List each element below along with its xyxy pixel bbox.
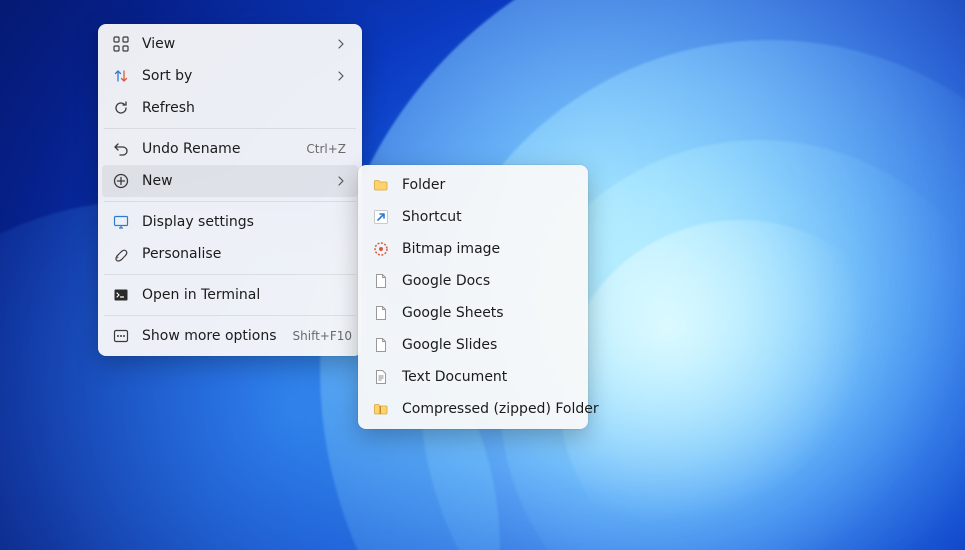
grid-icon [112, 35, 130, 53]
submenu-item-shortcut[interactable]: Shortcut [362, 201, 584, 233]
menu-item-label: Display settings [142, 214, 346, 230]
file-icon [372, 272, 390, 290]
chevron-right-icon [336, 71, 346, 81]
menu-item-terminal[interactable]: Open in Terminal [102, 279, 358, 311]
undo-icon [112, 140, 130, 158]
menu-separator [104, 274, 356, 275]
bitmap-icon [372, 240, 390, 258]
menu-separator [104, 315, 356, 316]
folder-icon [372, 176, 390, 194]
menu-item-new[interactable]: New [102, 165, 358, 197]
menu-item-label: Text Document [402, 369, 572, 385]
menu-separator [104, 128, 356, 129]
menu-item-label: New [142, 173, 320, 189]
submenu-item-bitmap[interactable]: Bitmap image [362, 233, 584, 265]
menu-item-sortby[interactable]: Sort by [102, 60, 358, 92]
menu-item-label: Refresh [142, 100, 346, 116]
display-icon [112, 213, 130, 231]
menu-item-display[interactable]: Display settings [102, 206, 358, 238]
menu-item-label: Folder [402, 177, 572, 193]
shortcut-icon [372, 208, 390, 226]
submenu-item-gdocs[interactable]: Google Docs [362, 265, 584, 297]
menu-item-label: Shortcut [402, 209, 572, 225]
refresh-icon [112, 99, 130, 117]
menu-item-label: Google Sheets [402, 305, 572, 321]
menu-separator [104, 201, 356, 202]
submenu-item-gslides[interactable]: Google Slides [362, 329, 584, 361]
terminal-icon [112, 286, 130, 304]
menu-item-label: Google Docs [402, 273, 572, 289]
menu-item-label: Show more options [142, 328, 277, 344]
paint-icon [112, 245, 130, 263]
menu-item-label: Undo Rename [142, 141, 290, 157]
new-icon [112, 172, 130, 190]
menu-item-label: Open in Terminal [142, 287, 346, 303]
submenu-item-gsheets[interactable]: Google Sheets [362, 297, 584, 329]
submenu-item-txt[interactable]: Text Document [362, 361, 584, 393]
menu-item-view[interactable]: View [102, 28, 358, 60]
chevron-right-icon [336, 176, 346, 186]
menu-item-personalise[interactable]: Personalise [102, 238, 358, 270]
sort-icon [112, 67, 130, 85]
submenu-item-zip[interactable]: Compressed (zipped) Folder [362, 393, 584, 425]
menu-item-label: Compressed (zipped) Folder [402, 401, 599, 417]
menu-item-label: Bitmap image [402, 241, 572, 257]
menu-item-undo[interactable]: Undo Rename Ctrl+Z [102, 133, 358, 165]
menu-item-label: View [142, 36, 320, 52]
menu-item-label: Sort by [142, 68, 320, 84]
menu-item-label: Personalise [142, 246, 346, 262]
file-icon [372, 336, 390, 354]
menu-item-accelerator: Shift+F10 [293, 329, 353, 343]
zip-icon [372, 400, 390, 418]
desktop-context-menu: View Sort by Refresh Undo Rename Ctrl+Z … [98, 24, 362, 356]
menu-item-label: Google Slides [402, 337, 572, 353]
textdoc-icon [372, 368, 390, 386]
menu-item-accelerator: Ctrl+Z [306, 142, 346, 156]
more-icon [112, 327, 130, 345]
menu-item-refresh[interactable]: Refresh [102, 92, 358, 124]
menu-item-more[interactable]: Show more options Shift+F10 [102, 320, 358, 352]
chevron-right-icon [336, 39, 346, 49]
submenu-item-folder[interactable]: Folder [362, 169, 584, 201]
submenu-new: Folder Shortcut Bitmap image Google Docs… [358, 165, 588, 429]
file-icon [372, 304, 390, 322]
